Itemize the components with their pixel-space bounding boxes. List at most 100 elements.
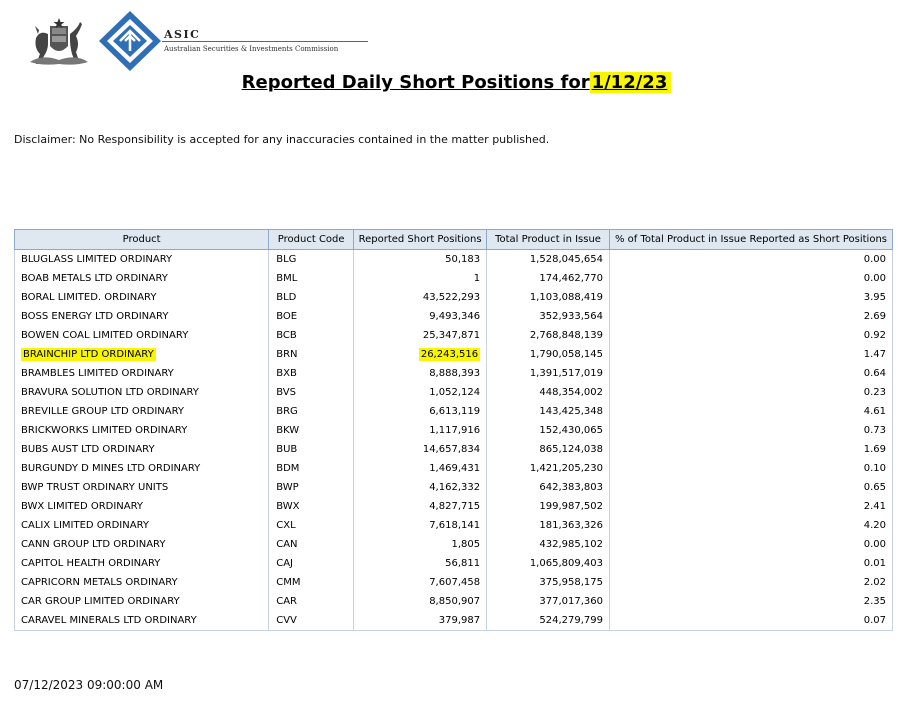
- cell-product-code: CAN: [268, 535, 355, 554]
- cell-percent-short: 0.23: [608, 383, 894, 402]
- cell-product: CARAVEL MINERALS LTD ORDINARY: [13, 611, 270, 631]
- cell-percent-short: 0.73: [608, 421, 894, 440]
- cell-total-product-in-issue: 2,768,848,139: [486, 326, 610, 345]
- cell-total-product-in-issue: 1,065,809,403: [486, 554, 610, 573]
- cell-reported-short-positions: 14,657,834: [353, 440, 488, 459]
- cell-product: BOAB METALS LTD ORDINARY: [13, 269, 270, 288]
- cell-total-product-in-issue: 1,103,088,419: [486, 288, 610, 307]
- cell-reported-short-positions: 6,613,119: [353, 402, 488, 421]
- cell-product: CAR GROUP LIMITED ORDINARY: [13, 592, 270, 611]
- cell-product: BORAL LIMITED. ORDINARY: [13, 288, 270, 307]
- cell-total-product-in-issue: 143,425,348: [486, 402, 610, 421]
- report-title-prefix: Reported Daily Short Positions for: [241, 72, 590, 93]
- cell-product: BWX LIMITED ORDINARY: [13, 497, 270, 516]
- table-row: BLUGLASS LIMITED ORDINARY BLG 50,183 1,528,…: [13, 249, 894, 269]
- cell-percent-short: 0.10: [608, 459, 894, 478]
- cell-percent-short: 0.07: [608, 611, 894, 631]
- org-full-name: Australian Securities & Investments Comm…: [164, 45, 339, 53]
- cell-reported-short-positions: 25,347,871: [353, 326, 488, 345]
- cell-total-product-in-issue: 524,279,799: [486, 611, 610, 631]
- table-row: BRICKWORKS LIMITED ORDINARY BKW 1,117,916 1…: [13, 421, 894, 440]
- cell-product-code: BML: [268, 269, 355, 288]
- table-row: BWP TRUST ORDINARY UNITS BWP 4,162,332 642,…: [13, 478, 894, 497]
- cell-product: BRAVURA SOLUTION LTD ORDINARY: [13, 383, 270, 402]
- cell-total-product-in-issue: 377,017,360: [486, 592, 610, 611]
- table-row: BURGUNDY D MINES LTD ORDINARY BDM 1,469,43…: [13, 459, 894, 478]
- org-abbrev: ASIC: [164, 28, 201, 41]
- cell-product-code: BWP: [268, 478, 355, 497]
- cell-percent-short: 4.20: [608, 516, 894, 535]
- cell-reported-short-positions: 1,469,431: [353, 459, 488, 478]
- cell-reported-short-positions: 1,805: [353, 535, 488, 554]
- cell-total-product-in-issue: 1,528,045,654: [486, 249, 610, 269]
- cell-reported-short-positions: 50,183: [353, 249, 488, 269]
- cell-reported-short-positions: 379,987: [353, 611, 488, 631]
- cell-percent-short: 0.92: [608, 326, 894, 345]
- cell-product-code: BDM: [268, 459, 355, 478]
- cell-product-code: BKW: [268, 421, 355, 440]
- cell-product-code: CVV: [268, 611, 355, 631]
- cell-product-code: BOE: [268, 307, 355, 326]
- cell-product-code: BRN: [268, 345, 355, 364]
- table-row: CARAVEL MINERALS LTD ORDINARY CVV 379,987 5…: [13, 611, 894, 631]
- cell-total-product-in-issue: 199,987,502: [486, 497, 610, 516]
- asic-logo: ASIC Australian Securities & Investments…: [26, 10, 376, 72]
- cell-product: BURGUNDY D MINES LTD ORDINARY: [13, 459, 270, 478]
- table-row: BOSS ENERGY LTD ORDINARY BOE 9,493,346 352,…: [13, 307, 894, 326]
- cell-total-product-in-issue: 174,462,770: [486, 269, 610, 288]
- cell-total-product-in-issue: 865,124,038: [486, 440, 610, 459]
- cell-product-code: BXB: [268, 364, 355, 383]
- table-row: BORAL LIMITED. ORDINARY BLD 43,522,293 1,10…: [13, 288, 894, 307]
- report-timestamp: 07/12/2023 09:00:00 AM: [14, 678, 164, 692]
- cell-total-product-in-issue: 352,933,564: [486, 307, 610, 326]
- table-row: BOAB METALS LTD ORDINARY BML 1 174,462,770 0…: [13, 269, 894, 288]
- cell-product-code: CXL: [268, 516, 355, 535]
- cell-reported-short-positions: 1: [353, 269, 488, 288]
- table-header-row: Product Product Code Reported Short Posi…: [13, 229, 894, 250]
- column-header-product-code: Product Code: [268, 229, 355, 250]
- cell-product-code: CMM: [268, 573, 355, 592]
- table-row: BRAVURA SOLUTION LTD ORDINARY BVS 1,052,12…: [13, 383, 894, 402]
- cell-total-product-in-issue: 1,790,058,145: [486, 345, 610, 364]
- table-row: CALIX LIMITED ORDINARY CXL 7,618,141 181,36…: [13, 516, 894, 535]
- cell-reported-short-positions: 4,162,332: [353, 478, 488, 497]
- cell-reported-short-positions: 7,618,141: [353, 516, 488, 535]
- cell-product: CAPRICORN METALS ORDINARY: [13, 573, 270, 592]
- cell-product: CANN GROUP LTD ORDINARY: [13, 535, 270, 554]
- table-row: BOWEN COAL LIMITED ORDINARY BCB 25,347,871…: [13, 326, 894, 345]
- disclaimer: Disclaimer: No Responsibility is accepte…: [14, 133, 550, 146]
- table-row: CAR GROUP LIMITED ORDINARY CAR 8,850,907 37…: [13, 592, 894, 611]
- cell-reported-short-positions: 43,522,293: [353, 288, 488, 307]
- cell-product-code: BRG: [268, 402, 355, 421]
- cell-total-product-in-issue: 642,383,803: [486, 478, 610, 497]
- cell-product: BUBS AUST LTD ORDINARY: [13, 440, 270, 459]
- cell-total-product-in-issue: 1,391,517,019: [486, 364, 610, 383]
- cell-total-product-in-issue: 448,354,002: [486, 383, 610, 402]
- cell-reported-short-positions: 1,117,916: [353, 421, 488, 440]
- cell-product: BRAINCHIP LTD ORDINARY: [13, 345, 270, 364]
- table-body: BLUGLASS LIMITED ORDINARY BLG 50,183 1,528,…: [13, 249, 894, 631]
- cell-reported-short-positions: 56,811: [353, 554, 488, 573]
- cell-product: CALIX LIMITED ORDINARY: [13, 516, 270, 535]
- column-header-product: Product: [13, 229, 270, 250]
- short-positions-table: Product Product Code Reported Short Posi…: [13, 229, 894, 631]
- cell-product: BREVILLE GROUP LTD ORDINARY: [13, 402, 270, 421]
- report-title: Reported Daily Short Positions for 1/12/2…: [0, 72, 913, 93]
- table-row: BREVILLE GROUP LTD ORDINARY BRG 6,613,119 1…: [13, 402, 894, 421]
- cell-total-product-in-issue: 181,363,326: [486, 516, 610, 535]
- cell-product-code: BLD: [268, 288, 355, 307]
- cell-product-code: CAR: [268, 592, 355, 611]
- column-header-total-product-in-issue: Total Product in Issue: [486, 229, 610, 250]
- table-row: BWX LIMITED ORDINARY BWX 4,827,715 199,987,…: [13, 497, 894, 516]
- cell-product-code: BWX: [268, 497, 355, 516]
- cell-product: BOWEN COAL LIMITED ORDINARY: [13, 326, 270, 345]
- cell-product-code: BVS: [268, 383, 355, 402]
- cell-percent-short: 2.35: [608, 592, 894, 611]
- cell-product: CAPITOL HEALTH ORDINARY: [13, 554, 270, 573]
- cell-total-product-in-issue: 152,430,065: [486, 421, 610, 440]
- cell-reported-short-positions: 8,850,907: [353, 592, 488, 611]
- cell-product-code: BUB: [268, 440, 355, 459]
- coat-of-arms-icon: [30, 18, 88, 65]
- cell-percent-short: 2.69: [608, 307, 894, 326]
- cell-product: BOSS ENERGY LTD ORDINARY: [13, 307, 270, 326]
